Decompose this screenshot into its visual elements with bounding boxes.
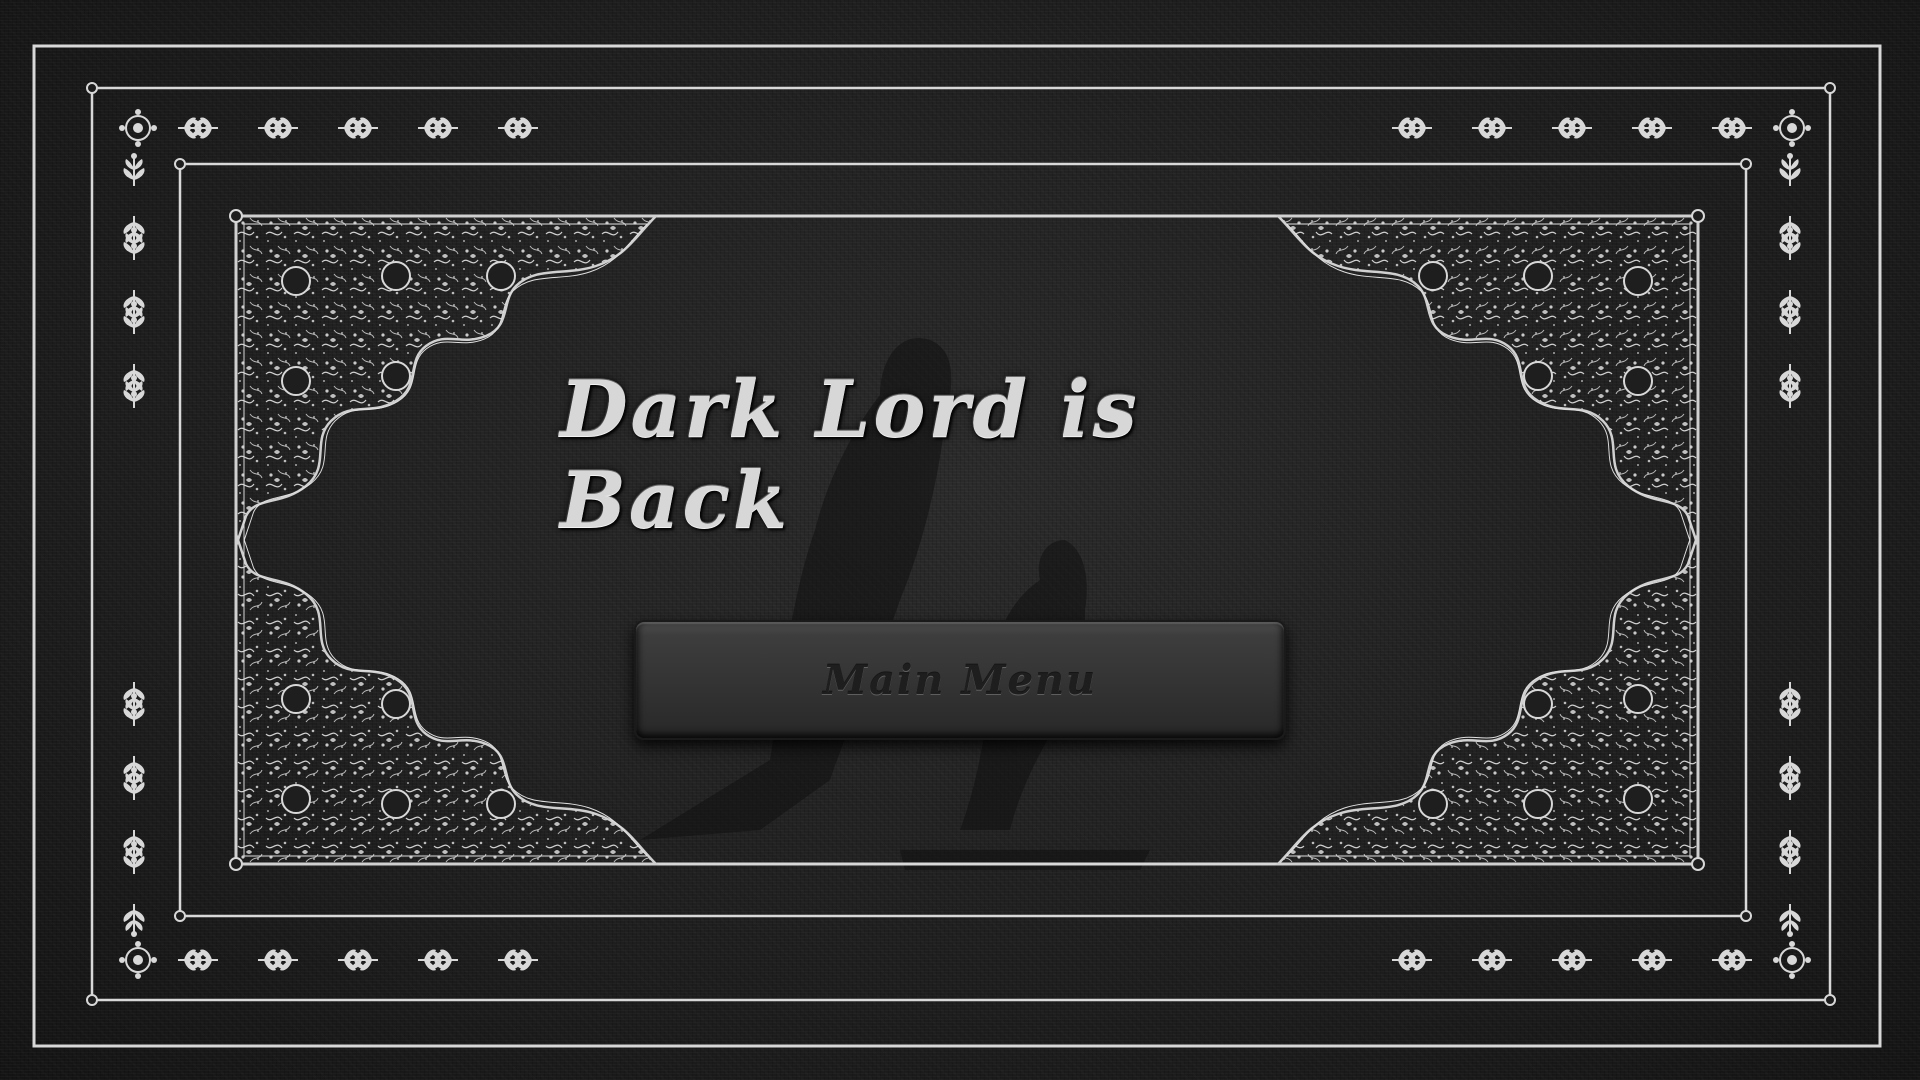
main-menu-button[interactable]: Main Menu [634,620,1286,740]
main-menu-screen: Dark Lord is Back Main Menu [0,0,1920,1080]
game-title: Dark Lord is Back [560,364,1140,546]
main-menu-button-label: Main Menu [822,656,1098,704]
